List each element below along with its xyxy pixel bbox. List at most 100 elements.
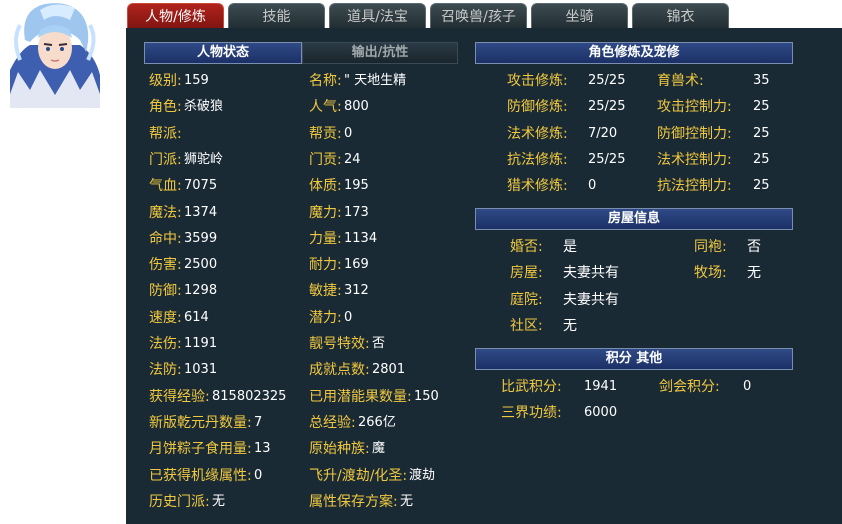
left-value: 0 — [344, 125, 353, 141]
left-value: 266亿 — [358, 414, 396, 430]
score-label: 比武积分: — [501, 379, 562, 395]
left-label: 新版乾元丹数量: — [149, 414, 252, 431]
house-header: 房屋信息 — [475, 208, 793, 230]
cultivation-value: 25/25 — [588, 99, 626, 115]
house-label: 社区: — [510, 317, 543, 334]
left-label: 耐力: — [309, 257, 342, 274]
left-value: 7 — [254, 414, 263, 430]
cultivation-value: 25 — [753, 151, 770, 167]
left-label: 体质: — [309, 178, 342, 195]
cultivation-label: 法术控制力: — [657, 151, 732, 168]
house-value: 无 — [747, 265, 761, 282]
left-label: 伤害: — [149, 257, 182, 274]
left-value: 3599 — [184, 230, 218, 246]
cultivation-label: 防御修炼: — [507, 99, 568, 116]
left-value: 195 — [344, 178, 369, 194]
cultivation-label: 抗法修炼: — [507, 151, 568, 168]
house-label: 庭院: — [510, 291, 543, 308]
cultivation-label: 攻击控制力: — [657, 99, 732, 116]
left-label: 法防: — [149, 362, 182, 379]
left-label: 法伤: — [149, 336, 182, 352]
left-value: 169 — [344, 257, 369, 273]
left-value: 2500 — [184, 257, 218, 273]
tab-skills[interactable]: 技能 — [228, 3, 325, 30]
left-label: 原始种族: — [309, 441, 370, 458]
house-label: 牧场: — [694, 265, 727, 282]
house-value: 否 — [747, 239, 761, 255]
left-value: " 天地生精 — [344, 73, 407, 88]
cultivation-value: 7/20 — [588, 125, 618, 141]
tab-character-cultivation[interactable]: 人物/修炼 — [127, 3, 224, 30]
output-resistance-tab[interactable]: 输出/抗性 — [302, 42, 458, 64]
left-value: 1298 — [184, 283, 218, 299]
left-label: 敏捷: — [309, 283, 342, 300]
tab-summons-children[interactable]: 召唤兽/孩子 — [430, 3, 527, 30]
left-value: 1374 — [184, 204, 218, 220]
left-value: 173 — [344, 204, 369, 220]
left-label: 力量: — [309, 230, 342, 247]
cultivation-label: 防御控制力: — [657, 125, 732, 142]
house-value: 是 — [563, 239, 577, 255]
left-value: 312 — [344, 283, 369, 299]
left-label: 飞升/渡劫/化圣: — [309, 467, 408, 484]
left-value: 150 — [414, 388, 439, 404]
left-value: 815802325 — [212, 388, 287, 404]
left-label: 帮派: — [149, 125, 182, 142]
tab-outfits[interactable]: 锦衣 — [632, 3, 729, 30]
cultivation-label: 抗法控制力: — [657, 178, 732, 195]
left-value: 狮驼岭 — [184, 151, 224, 167]
cultivation-value: 25 — [753, 178, 770, 194]
left-label: 帮贡: — [309, 125, 342, 142]
left-label: 级别: — [149, 73, 182, 89]
house-value: 夫妻共有 — [563, 291, 619, 308]
score-label: 三界功绩: — [501, 405, 562, 422]
left-label: 历史门派: — [149, 493, 210, 510]
left-label: 人气: — [309, 99, 342, 116]
left-label: 防御: — [149, 283, 182, 300]
left-label: 角色: — [149, 99, 182, 116]
left-value: 无 — [212, 493, 226, 509]
left-value: 0 — [254, 467, 263, 483]
left-label: 潜力: — [309, 309, 342, 326]
cultivation-label: 猎术修炼: — [507, 178, 568, 195]
cultivation-label: 法术修炼: — [507, 125, 568, 142]
left-value: 614 — [184, 309, 209, 325]
left-value: 800 — [344, 99, 369, 115]
tab-mounts[interactable]: 坐骑 — [531, 3, 628, 30]
house-value: 无 — [563, 317, 577, 334]
score-value: 0 — [743, 379, 752, 394]
left-value: 杀破狼 — [184, 99, 224, 115]
left-label: 门贡: — [309, 151, 342, 168]
cultivation-label: 育兽术: — [657, 73, 704, 89]
left-value: 7075 — [184, 178, 218, 194]
left-label: 速度: — [149, 309, 182, 326]
left-value: 无 — [400, 493, 414, 509]
left-label: 月饼粽子食用量: — [149, 441, 252, 458]
score-value: 6000 — [584, 405, 618, 421]
cultivation-value: 0 — [588, 178, 597, 194]
left-label: 已获得机缘属性: — [149, 467, 252, 484]
house-value: 夫妻共有 — [563, 265, 619, 282]
cultivation-value: 25/25 — [588, 73, 626, 88]
cultivation-label: 攻击修炼: — [507, 73, 568, 89]
main-panel: 人物状态 输出/抗性 级别: 159 名称: " 天地生精 角色: 杀破狼 人气: 800 帮派… — [126, 28, 842, 524]
left-label: 魔力: — [309, 204, 342, 221]
left-value: 159 — [184, 73, 209, 88]
cultivation-value: 35 — [753, 73, 770, 88]
tab-items-treasures[interactable]: 道具/法宝 — [329, 3, 426, 30]
character-info-window: 人物/修炼 技能 道具/法宝 召唤兽/孩子 坐骑 锦衣 人物状态 输出/抗性 级… — [0, 0, 842, 524]
left-value: 1191 — [184, 336, 218, 351]
left-value: 24 — [344, 151, 361, 167]
left-label: 靓号特效: — [309, 336, 370, 352]
character-portrait — [0, 0, 110, 108]
left-value: 1031 — [184, 362, 218, 378]
house-label: 婚否: — [510, 239, 543, 255]
tab-bar: 人物/修炼 技能 道具/法宝 召唤兽/孩子 坐骑 锦衣 — [126, 0, 842, 30]
left-value: 2801 — [372, 362, 406, 378]
house-label: 房屋: — [510, 265, 543, 282]
cultivation-header: 角色修炼及宠修 — [475, 42, 793, 64]
cultivation-value: 25 — [753, 99, 770, 115]
left-label: 魔法: — [149, 204, 182, 221]
status-header[interactable]: 人物状态 — [144, 42, 302, 64]
score-value: 1941 — [584, 379, 618, 394]
